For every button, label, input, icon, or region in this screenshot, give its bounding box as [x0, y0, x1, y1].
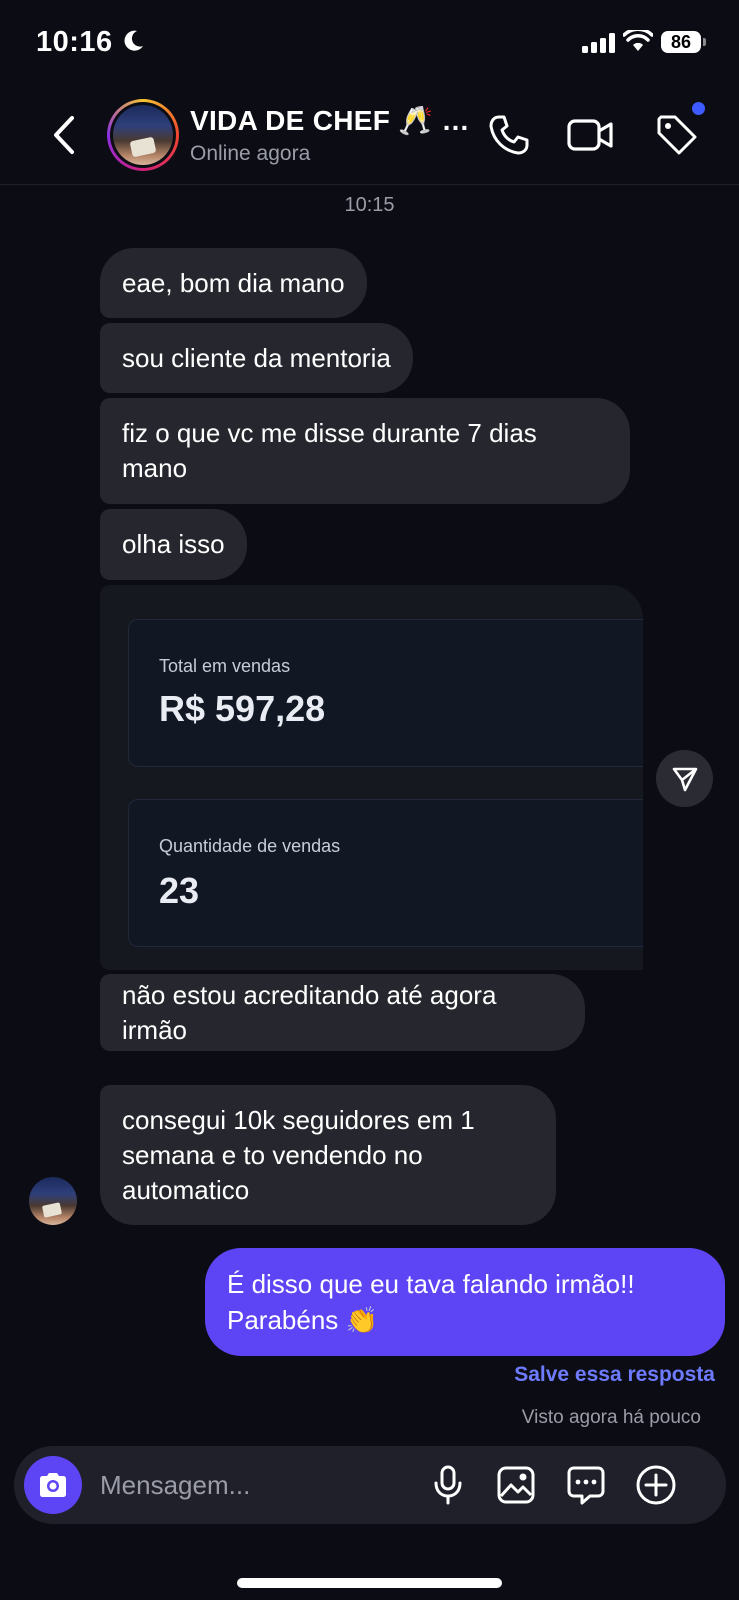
status-time: 10:16 [36, 26, 113, 58]
message-composer [14, 1446, 726, 1524]
camera-icon [40, 1473, 66, 1497]
signal-icon [582, 33, 615, 53]
status-bar: 10:16 86 [0, 0, 739, 90]
sales-total-label: Total em vendas [159, 656, 291, 676]
home-indicator[interactable] [237, 1578, 502, 1588]
image-message[interactable]: Total em vendas R$ 597,28 Quantidade de … [100, 585, 643, 970]
back-button[interactable] [48, 112, 80, 158]
message-text: não estou acreditando até agora irmão [122, 979, 497, 1045]
camera-button[interactable] [24, 1456, 82, 1514]
message-input[interactable] [100, 1468, 420, 1502]
call-button[interactable] [484, 110, 534, 160]
message-bubble[interactable]: não estou acreditando até agora irmão [100, 974, 585, 1051]
add-button[interactable] [634, 1463, 678, 1507]
battery-indicator: 86 [661, 31, 701, 53]
tag-icon [657, 115, 697, 155]
message-bubble[interactable]: fiz o que vc me disse durante 7 dias man… [100, 398, 630, 504]
message-text: É disso que eu tava falando irmão!! Para… [227, 1269, 635, 1335]
chat-title[interactable]: VIDA DE CHEF 🥂 … [190, 104, 470, 137]
sales-quantity-label: Quantidade de vendas [159, 836, 341, 856]
message-text: olha isso [122, 529, 225, 559]
seen-status: Visto agora há pouco [521, 1407, 701, 1428]
share-button[interactable] [656, 750, 713, 807]
chat-header: VIDA DE CHEF 🥂 … Online agora [0, 90, 739, 185]
phone-icon [489, 115, 529, 155]
message-bubble[interactable]: eae, bom dia mano [100, 248, 367, 318]
sales-quantity-card: Quantidade de vendas 23 [128, 799, 643, 947]
message-bubble[interactable]: consegui 10k seguidores em 1 semana e to… [100, 1085, 556, 1225]
plus-circle-icon [636, 1465, 676, 1505]
sender-avatar[interactable] [29, 1177, 77, 1225]
microphone-icon [434, 1465, 462, 1505]
video-icon [567, 119, 613, 151]
sales-quantity-value: 23 [159, 870, 200, 911]
tag-button[interactable] [652, 110, 702, 160]
message-bubble[interactable]: sou cliente da mentoria [100, 323, 413, 393]
avatar[interactable] [107, 99, 179, 171]
moon-icon [124, 30, 143, 51]
battery-tip [703, 38, 706, 46]
chat-bubble-icon [567, 1466, 605, 1505]
my-message-bubble[interactable]: É disso que eu tava falando irmão!! Para… [205, 1248, 725, 1356]
microphone-button[interactable] [426, 1463, 470, 1507]
message-bubble[interactable]: olha isso [100, 509, 247, 580]
save-reply-link[interactable]: Salve essa resposta [514, 1363, 715, 1387]
avatar-image [113, 105, 173, 165]
notification-dot [692, 102, 705, 115]
sales-total-card: Total em vendas R$ 597,28 [128, 619, 643, 767]
message-text: fiz o que vc me disse durante 7 dias man… [122, 418, 537, 483]
online-status: Online agora [190, 142, 311, 165]
send-icon [672, 767, 697, 791]
wifi-icon [623, 30, 653, 51]
sales-total-value: R$ 597,28 [159, 688, 326, 729]
image-icon [497, 1466, 535, 1504]
gallery-button[interactable] [494, 1463, 538, 1507]
sticker-button[interactable] [564, 1463, 608, 1507]
back-icon [54, 116, 74, 154]
message-timestamp: 10:15 [344, 194, 395, 216]
video-call-button[interactable] [565, 110, 615, 160]
message-text: eae, bom dia mano [122, 267, 345, 298]
message-text: sou cliente da mentoria [122, 342, 391, 373]
message-text: consegui 10k seguidores em 1 semana e to… [122, 1104, 475, 1205]
